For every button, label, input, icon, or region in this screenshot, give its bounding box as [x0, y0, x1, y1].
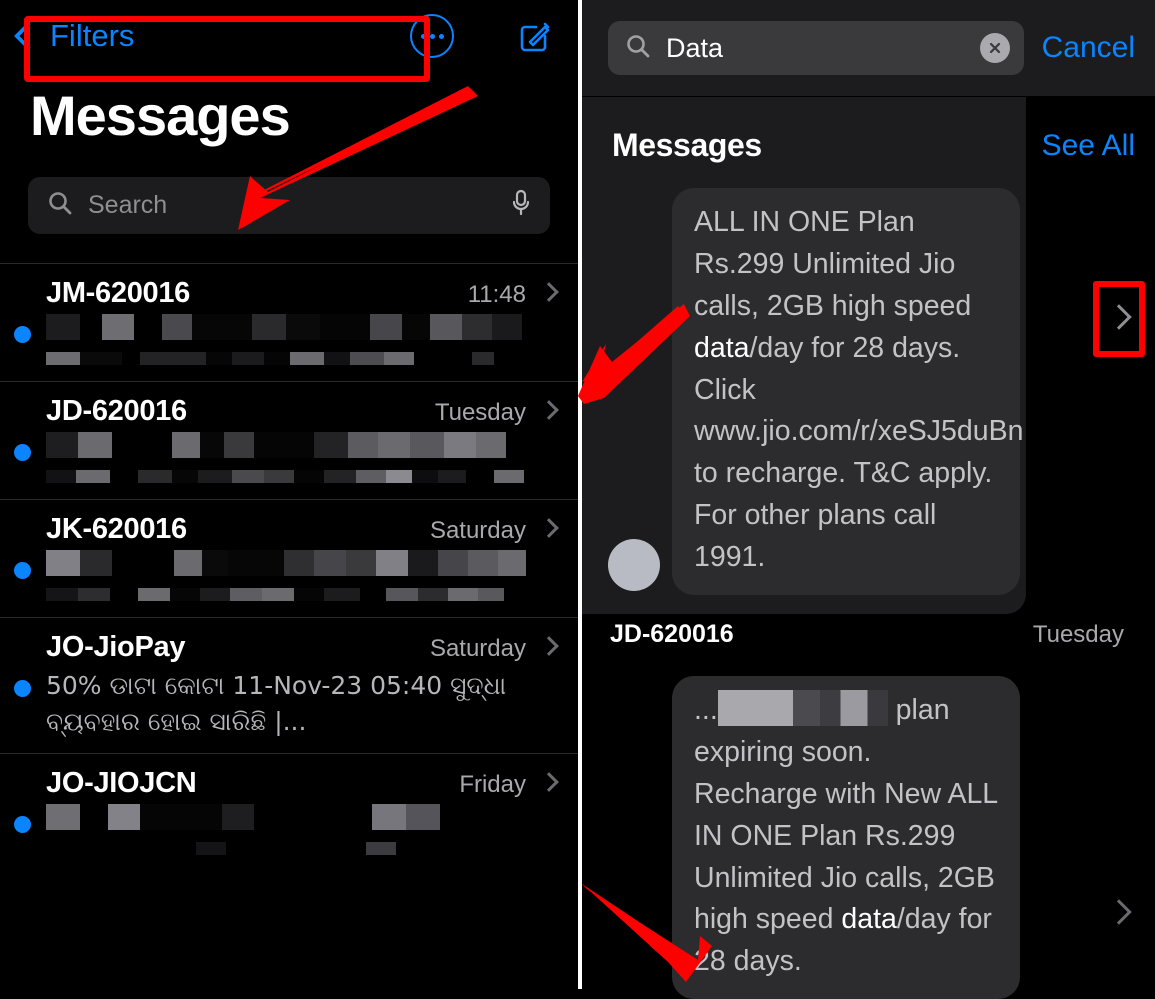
cancel-button[interactable]: Cancel: [1042, 31, 1141, 65]
list-item[interactable]: JO-JioPay Saturday 50% ଡାଟା କୋଟା 11-Nov-…: [0, 617, 578, 753]
results-section-title: Messages: [612, 127, 762, 163]
back-button-label: Filters: [50, 18, 135, 53]
navigation-bar: Filters: [0, 0, 578, 72]
conversation-list: JM-620016 11:48 JD-620016 Tuesday JK-620…: [0, 263, 578, 871]
list-item[interactable]: JO-JIOJCN Friday: [0, 753, 578, 871]
ellipsis-dot: [438, 33, 444, 39]
clear-x-icon[interactable]: [979, 33, 1010, 63]
list-item-header: JD-620016 Tuesday: [0, 382, 578, 432]
conversation-sender: JK-620016: [46, 513, 187, 545]
unread-indicator: [14, 326, 31, 343]
search-bar-row: Data Cancel: [582, 0, 1155, 96]
chevron-right-icon: [539, 518, 559, 538]
list-item[interactable]: JK-620016 Saturday: [0, 499, 578, 617]
see-all-button[interactable]: See All: [1042, 97, 1135, 194]
search-input-value: Data: [666, 32, 724, 63]
search-icon: [624, 32, 652, 65]
message-body-prefix: plan expiring soon. Recharge with New AL…: [694, 694, 998, 936]
messages-list-panel: Filters Messages Search JM-620016 11:48 …: [0, 0, 578, 989]
unread-indicator: [14, 680, 31, 697]
conversation-preview-redacted: [0, 804, 578, 871]
chevron-right-icon: [539, 636, 559, 656]
conversation-preview-redacted: [0, 550, 578, 617]
list-item-header: JO-JioPay Saturday: [0, 618, 578, 668]
conversation-time: Friday: [459, 771, 526, 798]
list-item-header: JM-620016 11:48: [0, 264, 578, 314]
compose-icon[interactable]: [512, 14, 556, 58]
microphone-icon[interactable]: [510, 188, 532, 223]
back-to-filters-button[interactable]: Filters: [13, 18, 135, 54]
page-title: Messages: [30, 84, 291, 147]
message-body-suffix: /day for 28 days. Click www.jio.com/r/xe…: [694, 331, 1024, 574]
unread-indicator: [14, 444, 31, 461]
search-input[interactable]: Search: [28, 177, 550, 234]
conversation-time: Saturday: [429, 517, 526, 544]
unread-indicator: [14, 816, 31, 833]
conversation-sender: JD-620016: [46, 395, 187, 427]
result-sender: JD-620016: [610, 620, 734, 648]
search-result-bubble[interactable]: ALL IN ONE Plan Rs.299 Unlimited Jio cal…: [672, 188, 1024, 596]
list-item-header: JK-620016 Saturday: [0, 500, 578, 550]
ellipsis-dot: [429, 33, 435, 39]
search-match-highlight: data: [841, 903, 897, 936]
search-placeholder-text: Search: [88, 191, 168, 219]
search-match-highlight: data: [694, 331, 750, 364]
list-item[interactable]: JM-620016 11:48: [0, 263, 578, 381]
conversation-sender: JM-620016: [46, 277, 191, 309]
list-item[interactable]: JD-620016 Tuesday: [0, 381, 578, 499]
results-section-header: Messages: [582, 97, 1026, 194]
search-result-bubble[interactable]: ... plan expiring soon. Recharge with Ne…: [672, 676, 1020, 999]
chevron-right-icon: [539, 772, 559, 792]
ellipsis-dot: [420, 33, 426, 39]
conversation-sender: JO-JioPay: [46, 631, 186, 663]
result-time: Tuesday: [1032, 621, 1124, 648]
redacted-inline: [717, 690, 888, 726]
list-item-header: JO-JIOJCN Friday: [0, 754, 578, 804]
conversation-preview-redacted: [0, 432, 578, 499]
conversation-sender: JO-JIOJCN: [46, 767, 197, 799]
result-thread-header: JD-620016 Tuesday: [610, 620, 1140, 649]
conversation-time: Tuesday: [434, 399, 526, 426]
conversation-time: 11:48: [467, 281, 526, 308]
unread-indicator: [14, 562, 31, 579]
conversation-time: Saturday: [429, 635, 526, 662]
chevron-right-icon: [539, 400, 559, 420]
split-screenshot: Filters Messages Search JM-620016 11:48 …: [0, 0, 1155, 999]
search-icon: [46, 189, 74, 222]
avatar: [608, 539, 660, 591]
conversation-preview-text: 50% ଡାଟା କୋଟା 11-Nov-23 05:40 ସୁଦ୍ଧା ବ୍ୟ…: [46, 671, 507, 736]
chevron-left-icon: [13, 21, 43, 51]
conversation-preview-redacted: [0, 314, 578, 381]
message-body-prefix: ALL IN ONE Plan Rs.299 Unlimited Jio cal…: [694, 206, 972, 322]
search-input[interactable]: Data: [608, 21, 1024, 75]
message-body-ellipsis: ...: [694, 694, 718, 726]
ellipsis-circle-icon[interactable]: [410, 14, 454, 58]
chevron-right-icon: [539, 282, 559, 302]
